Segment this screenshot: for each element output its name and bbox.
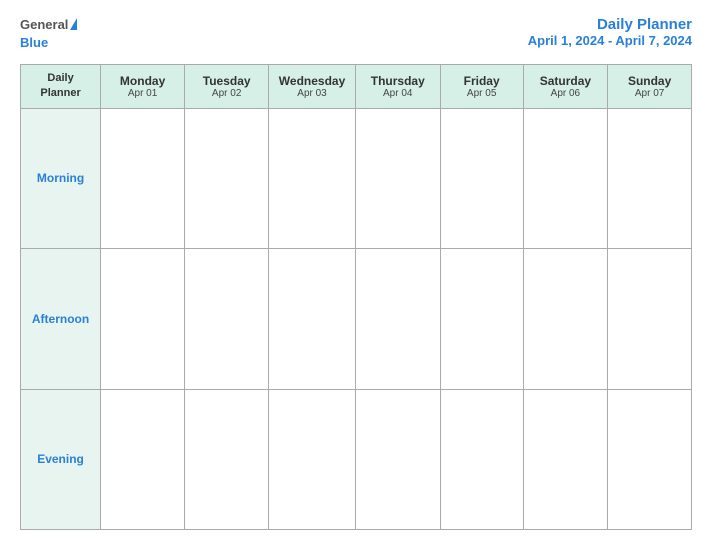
header-tuesday: Tuesday Apr 02: [185, 65, 269, 109]
planner-table: Daily Planner Monday Apr 01 Tuesday Apr …: [20, 64, 692, 530]
morning-wednesday[interactable]: [269, 108, 355, 248]
afternoon-label: Afternoon: [21, 249, 101, 389]
logo-triangle-icon: [70, 18, 77, 30]
header-monday: Monday Apr 01: [101, 65, 185, 109]
header-friday: Friday Apr 05: [440, 65, 523, 109]
evening-friday[interactable]: [440, 389, 523, 529]
title-area: Daily Planner April 1, 2024 - April 7, 2…: [528, 16, 692, 48]
morning-thursday[interactable]: [355, 108, 440, 248]
afternoon-friday[interactable]: [440, 249, 523, 389]
morning-saturday[interactable]: [523, 108, 608, 248]
morning-friday[interactable]: [440, 108, 523, 248]
afternoon-thursday[interactable]: [355, 249, 440, 389]
morning-sunday[interactable]: [608, 108, 692, 248]
afternoon-saturday[interactable]: [523, 249, 608, 389]
afternoon-tuesday[interactable]: [185, 249, 269, 389]
evening-sunday[interactable]: [608, 389, 692, 529]
header: General Blue Daily Planner April 1, 2024…: [20, 16, 692, 52]
evening-tuesday[interactable]: [185, 389, 269, 529]
evening-row: Evening: [21, 389, 692, 529]
logo-general: General: [20, 16, 77, 34]
morning-tuesday[interactable]: [185, 108, 269, 248]
morning-monday[interactable]: [101, 108, 185, 248]
evening-wednesday[interactable]: [269, 389, 355, 529]
header-wednesday: Wednesday Apr 03: [269, 65, 355, 109]
planner-date-range: April 1, 2024 - April 7, 2024: [528, 33, 692, 48]
header-thursday: Thursday Apr 04: [355, 65, 440, 109]
header-saturday: Saturday Apr 06: [523, 65, 608, 109]
afternoon-sunday[interactable]: [608, 249, 692, 389]
evening-label: Evening: [21, 389, 101, 529]
evening-saturday[interactable]: [523, 389, 608, 529]
morning-label: Morning: [21, 108, 101, 248]
afternoon-row: Afternoon: [21, 249, 692, 389]
header-sunday: Sunday Apr 07: [608, 65, 692, 109]
header-daily-planner: Daily Planner: [21, 65, 101, 109]
morning-row: Morning: [21, 108, 692, 248]
evening-thursday[interactable]: [355, 389, 440, 529]
evening-monday[interactable]: [101, 389, 185, 529]
logo-area: General Blue: [20, 16, 77, 52]
table-header-row: Daily Planner Monday Apr 01 Tuesday Apr …: [21, 65, 692, 109]
logo-blue-text: Blue: [20, 34, 48, 52]
planner-title: Daily Planner: [528, 16, 692, 33]
afternoon-wednesday[interactable]: [269, 249, 355, 389]
afternoon-monday[interactable]: [101, 249, 185, 389]
